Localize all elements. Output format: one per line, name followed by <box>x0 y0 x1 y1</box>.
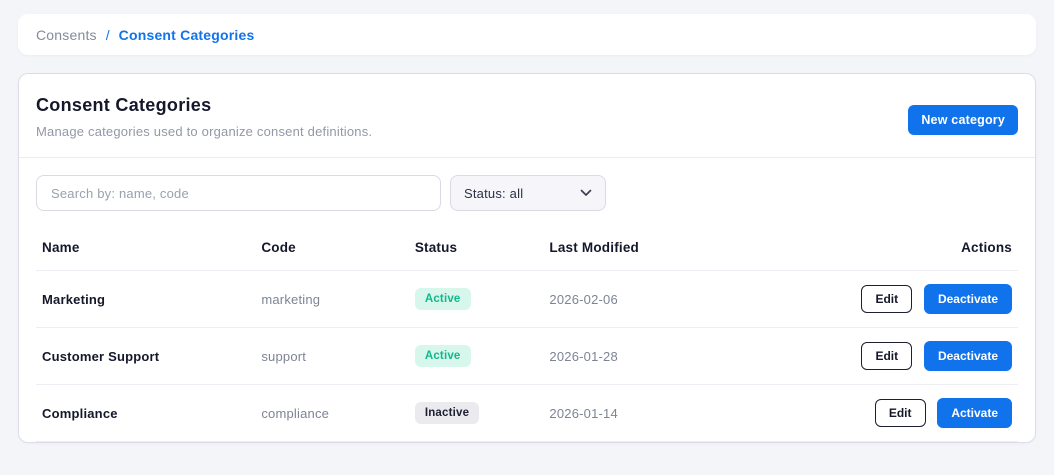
status-filter-select[interactable]: Status: all <box>450 175 606 211</box>
edit-button[interactable]: Edit <box>874 399 926 427</box>
card-header: Consent Categories Manage categories use… <box>19 74 1035 158</box>
column-header-status: Status <box>408 224 544 271</box>
consent-categories-card: Consent Categories Manage categories use… <box>18 73 1036 443</box>
column-header-name: Name <box>36 224 256 271</box>
search-input[interactable] <box>36 175 441 211</box>
cell-name: Customer Support <box>36 327 256 385</box>
page-title: Consent Categories <box>36 95 212 115</box>
toggle-status-button[interactable]: Deactivate <box>923 284 1012 314</box>
cell-code: support <box>255 327 409 385</box>
cell-last-modified: 2026-01-14 <box>543 384 856 442</box>
table-body: Marketing marketing Active 2026-02-06 Ed… <box>36 270 1018 442</box>
cell-name: Marketing <box>36 270 256 328</box>
table-row: Marketing marketing Active 2026-02-06 Ed… <box>36 270 1018 328</box>
table-row: Customer Support support Active 2026-01-… <box>36 327 1018 385</box>
toggle-status-button[interactable]: Deactivate <box>923 341 1012 371</box>
cell-last-modified: 2026-01-28 <box>543 327 856 385</box>
breadcrumb: Consents / Consent Categories <box>18 14 1036 55</box>
edit-button[interactable]: Edit <box>861 285 913 313</box>
breadcrumb-item-consents[interactable]: Consents <box>36 27 97 43</box>
column-header-actions: Actions <box>855 224 1018 271</box>
cell-code: marketing <box>255 270 409 328</box>
column-header-last-modified: Last Modified <box>543 224 856 271</box>
filter-bar: Status: all <box>19 158 1035 224</box>
cell-code: compliance <box>255 384 409 442</box>
chevron-down-icon <box>580 189 592 197</box>
table-row: Compliance compliance Inactive 2026-01-1… <box>36 384 1018 442</box>
cell-last-modified: 2026-02-06 <box>543 270 856 328</box>
new-category-button[interactable]: New category <box>908 105 1018 135</box>
categories-table: Name Code Status Last Modified Actions M… <box>36 224 1018 442</box>
breadcrumb-item-consent-categories[interactable]: Consent Categories <box>119 27 255 43</box>
toggle-status-button[interactable]: Activate <box>937 398 1012 428</box>
column-header-code: Code <box>255 224 409 271</box>
cell-name: Compliance <box>36 384 256 442</box>
edit-button[interactable]: Edit <box>861 342 913 370</box>
status-filter-value: Status: all <box>464 185 524 201</box>
breadcrumb-separator: / <box>105 26 110 43</box>
status-badge: Active <box>414 288 471 310</box>
table-header-row: Name Code Status Last Modified Actions <box>36 224 1018 271</box>
page-subtitle: Manage categories used to organize conse… <box>36 124 373 139</box>
status-badge: Active <box>414 345 471 367</box>
status-badge: Inactive <box>414 402 480 424</box>
